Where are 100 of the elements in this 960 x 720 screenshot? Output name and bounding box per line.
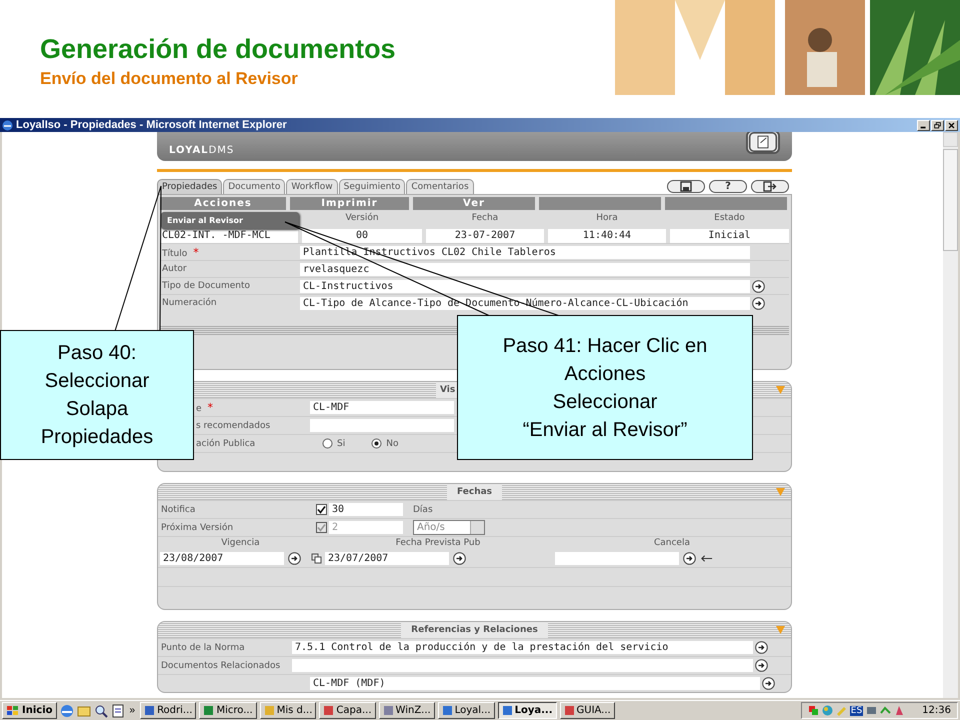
callout-text: Seleccionar [552,390,658,414]
taskbar-button[interactable]: GUIA... [560,702,615,719]
radio-button[interactable] [322,438,333,449]
section-title: Vis [436,382,460,398]
required-mark: * [193,246,199,258]
app-icon [323,705,334,716]
tab[interactable]: Comentarios [406,179,474,194]
tray-icon[interactable] [866,705,878,716]
app-icon [382,705,394,716]
magnifier-icon[interactable] [94,704,108,718]
taskbar-button[interactable]: Capa... [319,702,376,719]
callout-text: Acciones [563,362,647,386]
field-label: Tipo de Documento [162,281,250,291]
field-label: s recomendados [196,420,270,430]
tab[interactable]: Documento [223,179,286,194]
callout-text: Propiedades [40,425,154,450]
taskbar-button[interactable]: Rodri... [140,702,196,719]
text-field[interactable] [310,419,454,432]
date-field[interactable] [555,552,679,565]
restore-icon[interactable] [931,120,944,130]
column-label: Hora [595,213,619,225]
value-field: Inicial [670,229,789,243]
text-field[interactable]: 7.5.1 Control de la producción y de la prestación del servicio [292,641,753,654]
text-field[interactable] [292,659,753,672]
taskbar-button[interactable]: Loyal... [438,702,495,719]
scrollbar[interactable] [943,132,958,698]
field-label: Próxima Versión [160,522,234,532]
globe-icon[interactable] [60,704,74,718]
copy-icon[interactable] [311,553,322,564]
field-label: Título [162,248,188,258]
text-field[interactable]: CL-Instructivos [300,280,750,292]
tab[interactable]: Seguimiento [338,179,406,194]
callout-text: Paso 40: [56,341,138,366]
field-label: Punto de la Norma [160,642,246,652]
taskbar-button[interactable]: WinZ... [378,702,435,719]
slide-title: Generación de documentos [40,34,396,65]
exit-button[interactable] [751,180,789,192]
checkbox[interactable] [316,504,327,515]
option-label: No [386,438,398,448]
value-field: 00 [302,229,422,243]
option-label: Si [337,438,346,448]
field-label: ación Publica [196,438,256,448]
callout-text: Seleccionar [44,369,150,394]
column-label: Cancela [652,537,691,550]
callout-text: Solapa [64,397,130,422]
start-button[interactable]: Inicio [2,702,56,719]
help-button[interactable]: ? [709,180,747,192]
menu-item[interactable]: Enviar al Revisor [161,216,249,225]
taskbar-button[interactable]: Loya... [498,702,556,719]
required-mark: * [208,401,214,414]
app-icon [144,705,156,716]
more-button[interactable]: » [128,705,138,716]
number-field: 2 [329,521,403,534]
unit-label: Días [413,504,433,514]
field-label: Numeración [162,298,217,308]
field-label: e [196,404,202,414]
taskbar-button[interactable]: Mis d... [260,702,316,719]
app-logo: LOYALDMS [169,145,234,156]
tray-icon[interactable] [808,705,819,716]
exit-icon [763,180,777,192]
text-field[interactable]: CL-MDF (MDF) [310,677,760,690]
column-label: Fecha [470,213,500,225]
taskbar-button[interactable]: Micro... [199,702,257,719]
clock: 12:36 [922,705,951,716]
app-icon [502,705,513,716]
text-field[interactable]: rvelasquezc [300,262,750,276]
app-icon [442,705,453,716]
date-field[interactable]: 23/08/2007 [160,552,284,565]
callout-text: “Enviar al Revisor” [522,418,688,442]
slide-subtitle: Envío del documento al Revisor [40,69,299,89]
document-code-field[interactable]: CL02-INT. -MDF-MCL [160,229,298,243]
save-button[interactable] [667,180,705,192]
column-label: Vigencia [220,537,261,550]
callout-text: Paso 41: Hacer Clic en [502,334,708,358]
section-title: Fechas [446,484,502,500]
tray-icon[interactable] [894,705,906,716]
tab[interactable]: Propiedades [157,179,222,194]
field-label: Autor [162,264,187,274]
app-icon [203,705,214,716]
document-edit-icon[interactable] [746,132,780,154]
text-field[interactable]: CL-MDF [310,401,454,414]
close-icon[interactable] [945,120,958,130]
app-icon [264,705,275,716]
number-field[interactable]: 30 [329,503,403,516]
window-title: LoyalIso - Propiedades - Microsoft Internet Explorer [16,119,287,131]
app-icon [564,705,574,716]
column-label: Fecha Prevista Pub [394,537,482,550]
column-label: Versión [344,213,380,225]
minimize-icon[interactable] [917,120,930,130]
date-field[interactable]: 23/07/2007 [325,552,449,565]
tab[interactable]: Workflow [286,179,338,194]
value-field: 11:40:44 [548,229,666,243]
notepad-icon[interactable] [110,704,124,718]
language-indicator[interactable]: ES [850,706,864,716]
flag-icon [6,704,20,716]
radio-button[interactable] [371,438,382,449]
section-title: Referencias y Relaciones [401,622,548,638]
column-label: Estado [713,213,746,225]
field-label: Documentos Relacionados [160,660,282,670]
value-field: 23-07-2007 [426,229,544,243]
